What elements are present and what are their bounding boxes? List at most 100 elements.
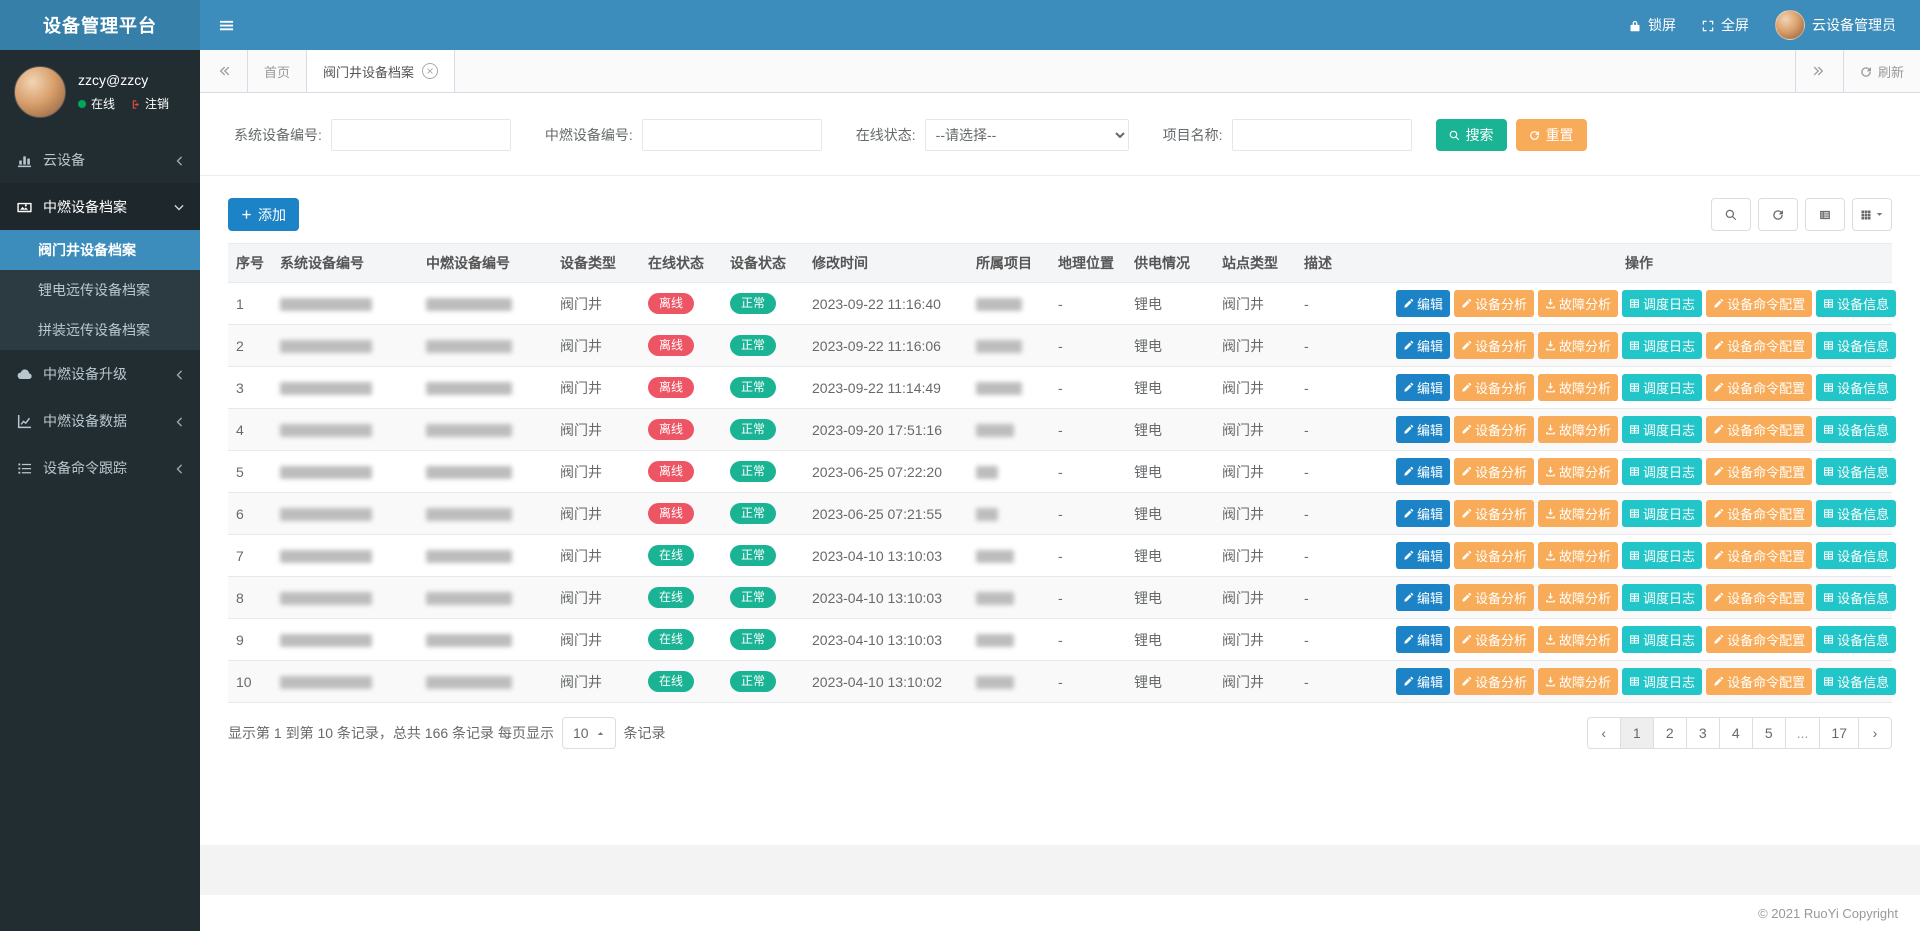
device-analysis-button[interactable]: 设备分析 [1454, 332, 1534, 359]
tab-item[interactable]: 首页 [248, 50, 307, 92]
device-info-button[interactable]: 设备信息 [1816, 416, 1896, 443]
fault-analysis-button[interactable]: 故障分析 [1538, 416, 1618, 443]
sidebar-item[interactable]: 设备命令跟踪 [0, 444, 200, 491]
page-button[interactable]: 4 [1719, 717, 1753, 749]
tabs-scroll-right-button[interactable] [1795, 50, 1843, 92]
device-info-button[interactable]: 设备信息 [1816, 668, 1896, 695]
prev-page-button[interactable]: ‹ [1587, 717, 1621, 749]
device-command-config-button[interactable]: 设备命令配置 [1706, 374, 1812, 401]
table-search-toggle-button[interactable] [1711, 198, 1751, 231]
user-menu[interactable]: 云设备管理员 [1775, 10, 1896, 40]
device-info-button[interactable]: 设备信息 [1816, 500, 1896, 527]
device-info-button[interactable]: 设备信息 [1816, 332, 1896, 359]
dispatch-log-button[interactable]: 调度日志 [1622, 626, 1702, 653]
device-info-button[interactable]: 设备信息 [1816, 374, 1896, 401]
sidebar-subitem[interactable]: 拼装远传设备档案 [0, 310, 200, 350]
dispatch-log-button[interactable]: 调度日志 [1622, 500, 1702, 527]
sidebar-item[interactable]: 中燃设备档案 [0, 183, 200, 230]
dispatch-log-button[interactable]: 调度日志 [1622, 668, 1702, 695]
device-command-config-button[interactable]: 设备命令配置 [1706, 584, 1812, 611]
tab-refresh-button[interactable]: 刷新 [1843, 50, 1920, 92]
device-info-button[interactable]: 设备信息 [1816, 542, 1896, 569]
sidebar-item[interactable]: 云设备 [0, 136, 200, 183]
sidebar-subitem[interactable]: 阀门井设备档案 [0, 230, 200, 270]
search-field-label: 项目名称: [1163, 125, 1223, 145]
dispatch-log-button[interactable]: 调度日志 [1622, 542, 1702, 569]
device-analysis-button[interactable]: 设备分析 [1454, 668, 1534, 695]
page-button[interactable]: 3 [1686, 717, 1720, 749]
device-analysis-button[interactable]: 设备分析 [1454, 416, 1534, 443]
page-button[interactable]: 2 [1653, 717, 1687, 749]
fault-analysis-button[interactable]: 故障分析 [1538, 626, 1618, 653]
page-button[interactable]: 1 [1620, 717, 1654, 749]
search-input[interactable] [331, 119, 511, 151]
tabs-scroll-left-button[interactable] [200, 50, 248, 92]
edit-button[interactable]: 编辑 [1396, 290, 1450, 317]
fault-analysis-button[interactable]: 故障分析 [1538, 542, 1618, 569]
fault-analysis-button[interactable]: 故障分析 [1538, 374, 1618, 401]
device-analysis-button[interactable]: 设备分析 [1454, 290, 1534, 317]
device-analysis-button[interactable]: 设备分析 [1454, 584, 1534, 611]
fault-analysis-button[interactable]: 故障分析 [1538, 584, 1618, 611]
edit-button[interactable]: 编辑 [1396, 500, 1450, 527]
device-analysis-button[interactable]: 设备分析 [1454, 542, 1534, 569]
device-analysis-button[interactable]: 设备分析 [1454, 626, 1534, 653]
fault-analysis-button[interactable]: 故障分析 [1538, 332, 1618, 359]
edit-button[interactable]: 编辑 [1396, 668, 1450, 695]
dispatch-log-button[interactable]: 调度日志 [1622, 458, 1702, 485]
search-button[interactable]: 搜索 [1436, 119, 1507, 151]
sidebar-item[interactable]: 中燃设备升级 [0, 350, 200, 397]
device-info-button[interactable]: 设备信息 [1816, 290, 1896, 317]
table-columns-button[interactable] [1852, 198, 1892, 231]
device-command-config-button[interactable]: 设备命令配置 [1706, 290, 1812, 317]
fullscreen-button[interactable]: 全屏 [1702, 15, 1749, 35]
device-analysis-button[interactable]: 设备分析 [1454, 374, 1534, 401]
sidebar-item[interactable]: 中燃设备数据 [0, 397, 200, 444]
device-command-config-button[interactable]: 设备命令配置 [1706, 332, 1812, 359]
next-page-button[interactable]: › [1858, 717, 1892, 749]
add-button[interactable]: 添加 [228, 198, 299, 231]
fault-analysis-button[interactable]: 故障分析 [1538, 458, 1618, 485]
edit-button[interactable]: 编辑 [1396, 542, 1450, 569]
sidebar-toggle-button[interactable] [200, 0, 252, 50]
device-command-config-button[interactable]: 设备命令配置 [1706, 668, 1812, 695]
search-input[interactable] [642, 119, 822, 151]
page-size-dropdown[interactable]: 10 [562, 717, 616, 749]
edit-button[interactable]: 编辑 [1396, 416, 1450, 443]
search-input[interactable] [1232, 119, 1412, 151]
reset-button[interactable]: 重置 [1516, 119, 1587, 151]
edit-button[interactable]: 编辑 [1396, 626, 1450, 653]
device-command-config-button[interactable]: 设备命令配置 [1706, 416, 1812, 443]
dispatch-log-button[interactable]: 调度日志 [1622, 416, 1702, 443]
dispatch-log-button[interactable]: 调度日志 [1622, 584, 1702, 611]
edit-button[interactable]: 编辑 [1396, 584, 1450, 611]
edit-button[interactable]: 编辑 [1396, 332, 1450, 359]
page-button[interactable]: 5 [1752, 717, 1786, 749]
device-info-button[interactable]: 设备信息 [1816, 584, 1896, 611]
sidebar-subitem[interactable]: 锂电远传设备档案 [0, 270, 200, 310]
close-icon[interactable] [422, 63, 438, 79]
fault-analysis-button[interactable]: 故障分析 [1538, 668, 1618, 695]
table-card-view-button[interactable] [1805, 198, 1845, 231]
dispatch-log-button[interactable]: 调度日志 [1622, 290, 1702, 317]
tab-item[interactable]: 阀门井设备档案 [307, 50, 455, 92]
device-command-config-button[interactable]: 设备命令配置 [1706, 500, 1812, 527]
device-analysis-button[interactable]: 设备分析 [1454, 500, 1534, 527]
lock-screen-button[interactable]: 锁屏 [1629, 15, 1676, 35]
dispatch-log-button[interactable]: 调度日志 [1622, 332, 1702, 359]
online-status-select[interactable]: --请选择-- [925, 119, 1129, 151]
page-button[interactable]: 17 [1819, 717, 1859, 749]
edit-button[interactable]: 编辑 [1396, 374, 1450, 401]
table-refresh-button[interactable] [1758, 198, 1798, 231]
device-analysis-button[interactable]: 设备分析 [1454, 458, 1534, 485]
fault-analysis-button[interactable]: 故障分析 [1538, 500, 1618, 527]
device-command-config-button[interactable]: 设备命令配置 [1706, 542, 1812, 569]
device-command-config-button[interactable]: 设备命令配置 [1706, 626, 1812, 653]
dispatch-log-button[interactable]: 调度日志 [1622, 374, 1702, 401]
device-info-button[interactable]: 设备信息 [1816, 626, 1896, 653]
edit-button[interactable]: 编辑 [1396, 458, 1450, 485]
fault-analysis-button[interactable]: 故障分析 [1538, 290, 1618, 317]
device-command-config-button[interactable]: 设备命令配置 [1706, 458, 1812, 485]
device-info-button[interactable]: 设备信息 [1816, 458, 1896, 485]
logout-button[interactable]: 注销 [129, 95, 169, 112]
